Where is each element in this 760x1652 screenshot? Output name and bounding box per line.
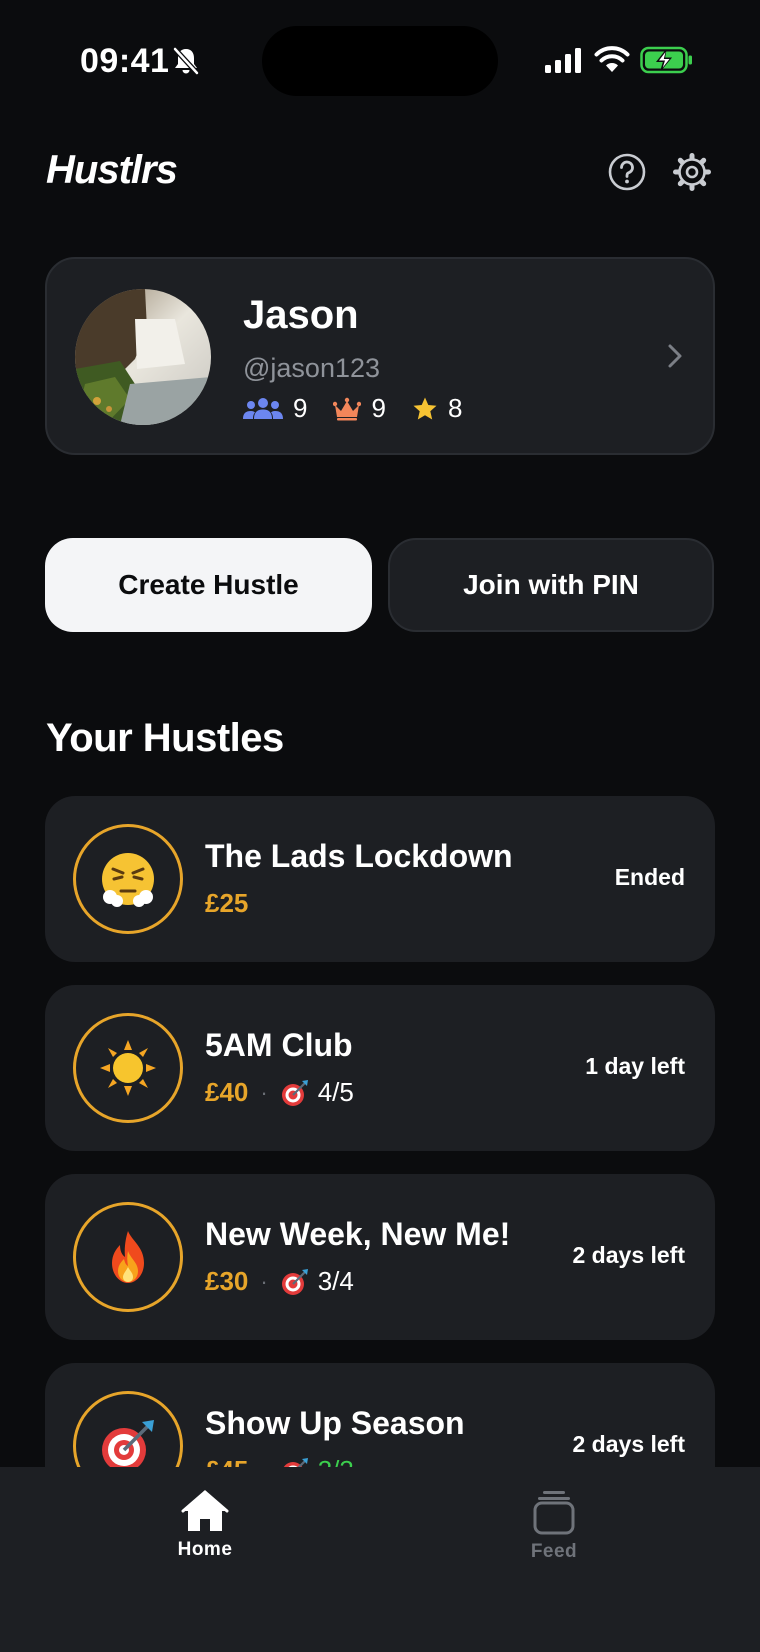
hustle-card[interactable]: New Week, New Me! £30 · 3/4 2 days left	[45, 1174, 715, 1340]
hustle-progress: 3/4	[280, 1266, 354, 1297]
hustle-meta: £30 · 3/4	[205, 1266, 354, 1297]
hustle-status: 1 day left	[585, 1053, 685, 1079]
status-bar: 09:41	[0, 0, 760, 120]
hustle-meta: £25	[205, 888, 248, 919]
hustle-icon	[73, 824, 183, 934]
hustle-progress-count: 3/4	[317, 1266, 354, 1296]
join-with-pin-button[interactable]: Join with PIN	[388, 538, 714, 632]
hustle-icon	[73, 1013, 183, 1123]
create-hustle-button[interactable]: Create Hustle	[45, 538, 372, 632]
chevron-right-icon	[668, 344, 682, 368]
gear-icon	[673, 153, 711, 191]
hustle-status: Ended	[614, 864, 685, 890]
cellular-signal-icon	[545, 48, 581, 73]
app-logo: Hustlrs	[46, 148, 178, 192]
question-circle-icon	[608, 153, 646, 191]
separator-dot: ·	[260, 1079, 268, 1105]
tab-feed-label: Feed	[530, 1541, 578, 1562]
hustle-card[interactable]: The Lads Lockdown £25 Ended	[45, 796, 715, 962]
hustle-title: New Week, New Me!	[205, 1216, 511, 1252]
stat-friends: 9	[243, 393, 307, 424]
hustle-status: 2 days left	[572, 1242, 686, 1268]
dynamic-island	[262, 26, 498, 96]
bell-slash-icon	[173, 47, 199, 75]
hustle-status: 2 days left	[572, 1431, 686, 1457]
stat-wins-count: 9	[371, 393, 386, 423]
status-time: 09:41	[80, 42, 170, 80]
avatar-image	[75, 289, 211, 425]
avatar	[75, 289, 211, 425]
fire-icon	[112, 1231, 144, 1283]
profile-card[interactable]: Jason @jason123 9 9 8	[45, 257, 715, 455]
section-title: Your Hustles	[46, 716, 284, 760]
tab-home-label: Home	[177, 1539, 233, 1560]
settings-button[interactable]	[672, 152, 712, 192]
stat-friends-count: 9	[293, 393, 308, 423]
hustle-progress-count: 4/5	[317, 1077, 354, 1107]
stat-stars: 8	[412, 393, 462, 424]
hustle-amount: £25	[205, 888, 249, 918]
wifi-icon	[594, 46, 630, 72]
hustle-amount: £30	[205, 1266, 249, 1296]
separator-dot: ·	[260, 1268, 268, 1294]
help-button[interactable]	[607, 152, 647, 192]
hustle-icon	[73, 1202, 183, 1312]
star-icon	[413, 397, 437, 419]
stat-stars-count: 8	[447, 393, 463, 423]
crown-icon	[333, 397, 362, 420]
hustle-title: The Lads Lockdown	[205, 838, 513, 874]
profile-name: Jason	[243, 293, 359, 337]
profile-handle: @jason123	[243, 353, 381, 383]
people-icon	[243, 397, 283, 419]
house-icon	[181, 1490, 229, 1531]
hustle-title: Show Up Season	[205, 1405, 465, 1441]
hustle-title: 5AM Club	[205, 1027, 353, 1063]
hustle-amount: £40	[205, 1077, 249, 1107]
stat-wins: 9	[333, 393, 386, 424]
tab-bar: Home Feed	[0, 1467, 760, 1652]
sun-icon	[100, 1040, 156, 1096]
stacked-cards-icon	[533, 1491, 575, 1535]
hustle-progress: 4/5	[280, 1077, 354, 1108]
battery-charging-icon	[640, 46, 692, 74]
tab-home[interactable]: Home	[125, 1489, 285, 1579]
profile-stats: 9 9 8	[243, 393, 488, 424]
target-icon	[281, 1268, 308, 1295]
target-icon	[281, 1079, 308, 1106]
hustle-card[interactable]: 5AM Club £40 · 4/5 1 day left	[45, 985, 715, 1151]
hustle-meta: £40 · 4/5	[205, 1077, 354, 1108]
tab-feed[interactable]: Feed	[474, 1489, 634, 1579]
huffing-face-icon	[102, 853, 154, 907]
